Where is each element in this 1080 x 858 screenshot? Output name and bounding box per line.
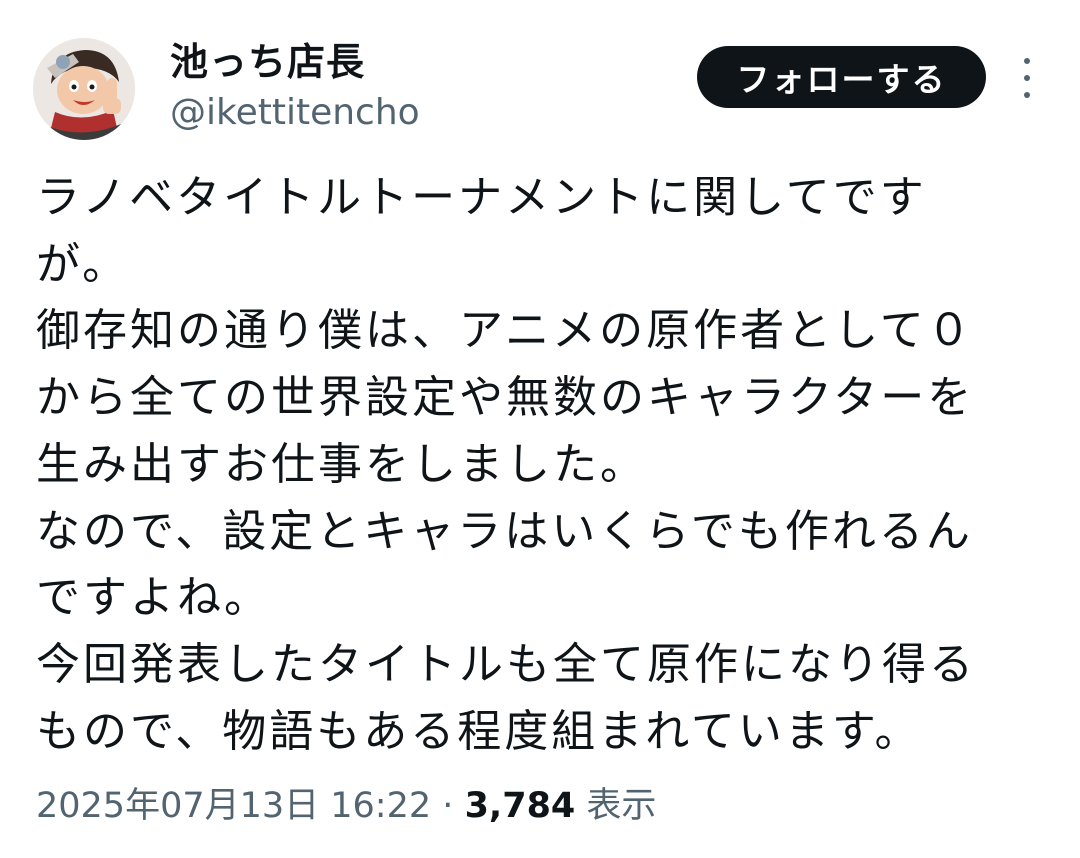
author-display-name[interactable]: 池っち店長 — [170, 40, 420, 84]
meta-separator: · — [442, 786, 454, 826]
follow-button[interactable]: フォローする — [697, 46, 986, 108]
tweet-text-line: もので、物語もある程度組まれています。 — [36, 705, 922, 757]
more-dot — [1024, 92, 1030, 98]
tweet-text: ラノベタイトルトーナメントに関してです が。 御存知の通り僕は、アニメの原作者と… — [36, 165, 1056, 765]
more-dot — [1024, 58, 1030, 64]
more-vertical-icon[interactable] — [1012, 58, 1042, 98]
tweet-text-line: なので、設定とキャラはいくらでも作れるん — [36, 505, 973, 557]
avatar-illustration — [33, 38, 135, 140]
views-label: 表示 — [586, 786, 657, 826]
tweet-card: 池っち店長 @ikettitencho フォローする ラノベタイトルトーナメント… — [0, 0, 1080, 858]
tweet-text-line: 今回発表したタイトルも全て原作になり得る — [36, 638, 976, 690]
tweet-text-line: 御存知の通り僕は、アニメの原作者として０ — [36, 305, 974, 357]
tweet-text-line: から全ての世界設定や無数のキャラクターを — [36, 372, 975, 424]
author-handle[interactable]: @ikettitencho — [170, 92, 420, 134]
tweet-text-line: が。 — [36, 238, 130, 290]
tweet-text-line: 生み出すお仕事をしました。 — [36, 438, 647, 490]
author-info: 池っち店長 @ikettitencho — [170, 40, 420, 134]
tweet-text-line: ラノベタイトルトーナメントに関してです — [36, 172, 927, 223]
tweet-timestamp[interactable]: 2025年07月13日 16:22 — [36, 786, 431, 826]
tweet-text-line: ですよね。 — [36, 572, 271, 624]
avatar[interactable] — [33, 38, 135, 140]
views-count[interactable]: 3,784 — [465, 786, 576, 826]
tweet-meta: 2025年07月13日 16:22 · 3,784 表示 — [36, 782, 656, 830]
more-dot — [1024, 75, 1030, 81]
